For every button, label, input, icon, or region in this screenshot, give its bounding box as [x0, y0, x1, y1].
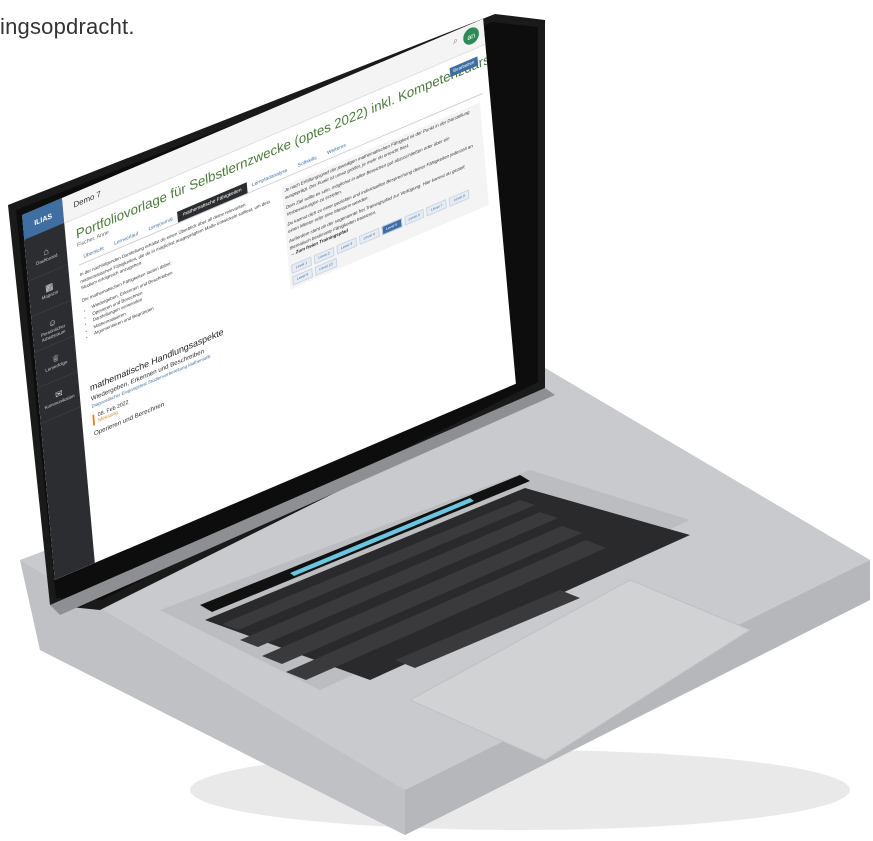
- search-icon[interactable]: ⌕: [453, 35, 459, 47]
- window-title: Demo 7: [73, 188, 102, 210]
- level-chip-active[interactable]: Level 5: [381, 217, 402, 236]
- level-chip[interactable]: Level 8: [448, 188, 470, 207]
- level-chip[interactable]: Level 4: [358, 227, 380, 245]
- avatar[interactable]: an: [462, 24, 480, 48]
- level-chip[interactable]: Level 7: [426, 198, 448, 216]
- level-chip[interactable]: Level 3: [336, 236, 357, 255]
- level-chip[interactable]: Level 6: [403, 208, 425, 226]
